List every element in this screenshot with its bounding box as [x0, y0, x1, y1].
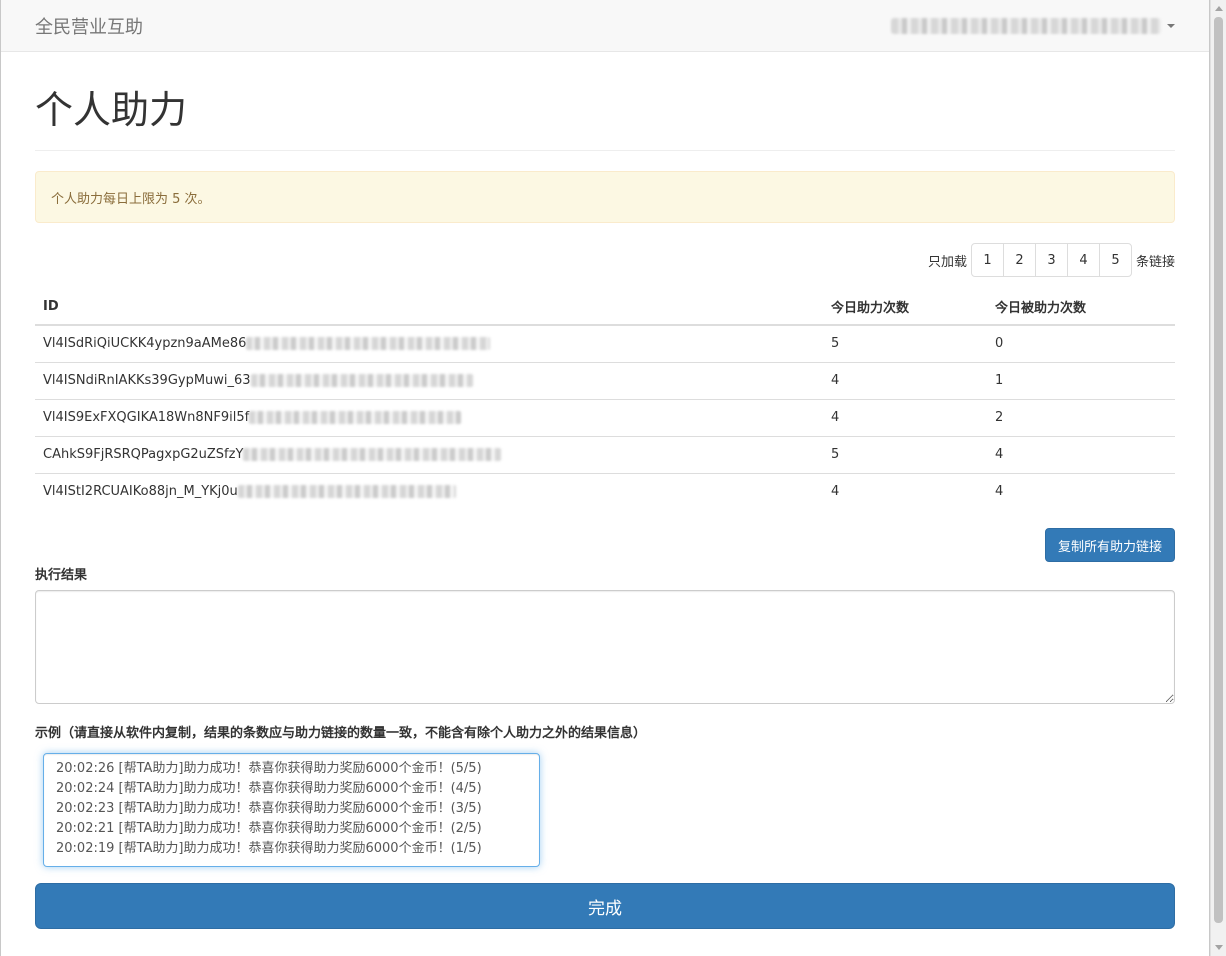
load-count-4[interactable]: 4: [1066, 243, 1100, 277]
row-received-count: 1: [987, 361, 1175, 399]
redacted-id-suffix: [243, 448, 502, 461]
example-label: 示例（请直接从软件内复制，结果的条数应与助力链接的数量一致，不能含有除个人助力之…: [35, 726, 647, 741]
row-received-count: 4: [987, 472, 1175, 510]
table-row: Vl4IS9ExFXQGIKA18Wn8NF9il5f 4 2: [35, 398, 1175, 436]
limit-alert-text: 个人助力每日上限为 5 次。: [51, 191, 211, 207]
row-id-cell: CAhkS9FjRSRQPagxpG2uZSfzY: [35, 435, 823, 473]
table-row: CAhkS9FjRSRQPagxpG2uZSfzY 5 4: [35, 435, 1175, 473]
result-textarea[interactable]: [35, 590, 1175, 704]
load-count-selector: 只加载 1 2 3 4 5 条链接: [35, 243, 1175, 277]
copy-row: 复制所有助力链接: [35, 528, 1175, 562]
limit-alert: 个人助力每日上限为 5 次。: [35, 171, 1175, 223]
example-line: 20:02:26 [帮TA助力]助力成功！恭喜你获得助力奖励6000个金币！(5…: [56, 761, 482, 776]
example-line: 20:02:19 [帮TA助力]助力成功！恭喜你获得助力奖励6000个金币！(1…: [56, 841, 482, 856]
main-container: 个人助力 个人助力每日上限为 5 次。 只加载 1 2 3 4 5 条链接 ID…: [35, 52, 1175, 929]
load-prefix-label: 只加载: [927, 254, 967, 270]
submit-button[interactable]: 完成: [35, 883, 1175, 929]
row-helped-count: 5: [823, 435, 987, 473]
example-line: 20:02:24 [帮TA助力]助力成功！恭喜你获得助力奖励6000个金币！(4…: [56, 781, 482, 796]
row-id-text: CAhkS9FjRSRQPagxpG2uZSfzY: [43, 447, 244, 462]
row-id-text: Vl4ISNdiRnIAKKs39GypMuwi_63: [43, 373, 251, 388]
browser-viewport: 全民营业互助 个人助力 个人助力每日上限为 5 次。 只加载 1 2 3 4 5…: [0, 0, 1210, 956]
row-id-text: Vl4IS9ExFXQGIKA18Wn8NF9il5f: [43, 410, 250, 425]
load-suffix-label: 条链接: [1135, 254, 1175, 270]
column-header-helped-today: 今日助力次数: [823, 289, 987, 326]
row-helped-count: 4: [823, 472, 987, 510]
redacted-id-suffix: [250, 374, 473, 387]
brand-link[interactable]: 全民营业互助: [35, 13, 143, 39]
column-header-received-today: 今日被助力次数: [987, 289, 1175, 326]
load-count-3[interactable]: 3: [1034, 243, 1068, 277]
scroll-up-arrow-icon[interactable]: [1215, 6, 1223, 11]
column-header-id: ID: [35, 289, 823, 326]
load-count-5[interactable]: 5: [1098, 243, 1132, 277]
row-helped-count: 4: [823, 398, 987, 436]
user-name-redacted: [891, 17, 1161, 34]
row-id-cell: Vl4ISNdiRnIAKKs39GypMuwi_63: [35, 361, 823, 399]
user-menu-dropdown[interactable]: [891, 17, 1175, 34]
table-row: Vl4ISNdiRnIAKKs39GypMuwi_63 4 1: [35, 361, 1175, 399]
row-id-cell: Vl4IS9ExFXQGIKA18Wn8NF9il5f: [35, 398, 823, 436]
row-id-text: Vl4IStI2RCUAIKo88jn_M_YKj0u: [43, 484, 238, 500]
page-title: 个人助力: [35, 88, 1175, 151]
row-id-cell: Vl4ISdRiQiUCKK4ypzn9aAMe86: [35, 325, 823, 362]
row-helped-count: 5: [831, 336, 840, 352]
vertical-scrollbar[interactable]: [1210, 0, 1226, 956]
row-helped-count: 4: [823, 361, 987, 399]
scrollbar-thumb[interactable]: [1214, 17, 1223, 923]
table-row: Vl4IStI2RCUAIKo88jn_M_YKj0u 4 4: [35, 472, 1175, 510]
redacted-id-suffix: [249, 411, 462, 424]
navbar: 全民营业互助: [1, 0, 1209, 52]
load-count-2[interactable]: 2: [1002, 243, 1036, 277]
row-id-text: Vl4ISdRiQiUCKK4ypzn9aAMe86: [43, 336, 247, 352]
example-line: 20:02:23 [帮TA助力]助力成功！恭喜你获得助力奖励6000个金币！(3…: [56, 801, 482, 816]
scroll-down-arrow-icon[interactable]: [1215, 945, 1223, 950]
help-links-table: ID 今日助力次数 今日被助力次数 Vl4ISdRiQiUCKK4ypzn9aA…: [35, 289, 1175, 510]
result-label: 执行结果: [35, 568, 88, 583]
caret-down-icon: [1167, 23, 1175, 28]
copy-all-links-button[interactable]: 复制所有助力链接: [1044, 528, 1175, 562]
redacted-id-suffix: [237, 485, 456, 499]
row-id-cell: Vl4IStI2RCUAIKo88jn_M_YKj0u: [35, 472, 823, 510]
load-count-pager: 1 2 3 4 5: [970, 243, 1132, 277]
row-received-count: 2: [987, 398, 1175, 436]
redacted-id-suffix: [246, 337, 491, 351]
row-received-count: 4: [987, 435, 1175, 473]
row-received-count: 0: [995, 336, 1004, 352]
example-line: 20:02:21 [帮TA助力]助力成功！恭喜你获得助力奖励6000个金币！(2…: [56, 821, 482, 836]
load-count-1[interactable]: 1: [970, 243, 1004, 277]
example-textarea[interactable]: 20:02:26 [帮TA助力]助力成功！恭喜你获得助力奖励6000个金币！(5…: [43, 753, 540, 867]
table-header-row: ID 今日助力次数 今日被助力次数: [35, 289, 1175, 326]
table-row: Vl4ISdRiQiUCKK4ypzn9aAMe86 5 0: [35, 325, 1175, 362]
